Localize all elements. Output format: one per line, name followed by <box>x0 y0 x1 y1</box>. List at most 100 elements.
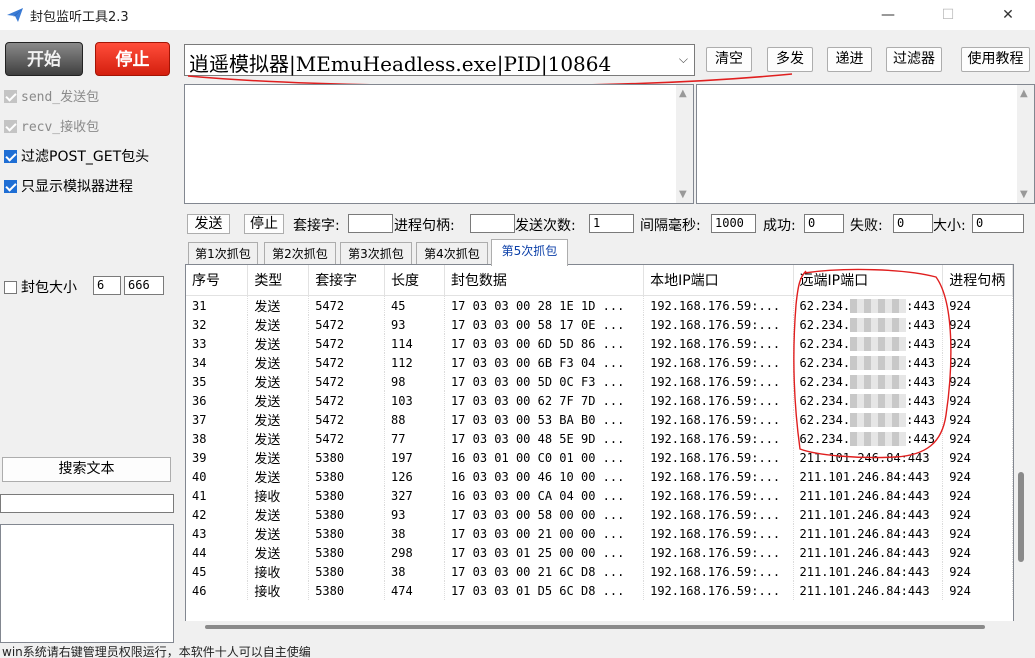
cell-length: 45 <box>384 295 445 315</box>
scroll-up-icon[interactable]: ▲ <box>1020 88 1028 99</box>
cell-socket: 5472 <box>308 410 386 429</box>
option-emulator-only[interactable]: 只显示模拟器进程 <box>4 176 133 196</box>
table-row[interactable]: 44 发送 5380 298 17 03 03 01 25 00 00 ... 192.1… <box>186 543 1013 562</box>
clear-button[interactable]: 清空 <box>706 47 752 72</box>
tab-capture-1[interactable]: 第1次抓包 <box>188 242 258 265</box>
cell-data: 17 03 03 00 21 00 00 ... <box>444 524 645 543</box>
multi-send-button[interactable]: 多发 <box>767 47 813 72</box>
scrollbar-thumb[interactable] <box>205 625 985 629</box>
interval-label: 间隔毫秒: <box>640 218 701 234</box>
cell-process-handle: 924 <box>942 505 1013 524</box>
checkbox-checked-icon <box>4 90 17 103</box>
size-max-input[interactable]: 666 <box>124 276 164 295</box>
cell-socket: 5472 <box>308 334 386 353</box>
fail-label: 失败: <box>850 218 883 234</box>
cell-remote-ip: 211.101.246.84:443 <box>793 467 944 486</box>
table-row[interactable]: 46 接收 5380 474 17 03 03 01 D5 6C D8 ... 192.1… <box>186 581 1013 600</box>
scrollbar[interactable]: ▲ ▼ <box>1017 85 1034 203</box>
scrollbar[interactable]: ▲ ▼ <box>676 85 693 203</box>
size-label: 大小: <box>933 218 966 234</box>
tab-capture-2[interactable]: 第2次抓包 <box>264 242 336 265</box>
size-min-input[interactable]: 6 <box>93 276 121 295</box>
handle-input[interactable] <box>470 214 515 233</box>
send-count-input[interactable]: 1 <box>589 214 634 233</box>
table-row[interactable]: 43 发送 5380 38 17 03 03 00 21 00 00 ... 192.16… <box>186 524 1013 543</box>
cell-index: 41 <box>186 486 249 505</box>
cell-local-ip: 192.168.176.59:... <box>643 524 794 543</box>
scroll-down-icon[interactable]: ▼ <box>679 189 687 200</box>
cell-index: 37 <box>186 410 249 429</box>
size-filter-checkbox[interactable]: 封包大小 <box>4 277 77 297</box>
size-input[interactable]: 0 <box>972 214 1024 233</box>
option-recv[interactable]: recv_接收包 <box>4 116 99 135</box>
filter-button[interactable]: 过滤器 <box>886 47 942 72</box>
col-header-socket[interactable]: 套接字 <box>308 265 386 296</box>
cell-local-ip: 192.168.176.59:... <box>643 372 794 391</box>
packet-table[interactable]: 序号 类型 套接字 长度 封包数据 本地IP端口 远端IP端口 进程句柄 31 发… <box>185 264 1014 631</box>
socket-input[interactable] <box>348 214 393 233</box>
scrollbar-thumb[interactable] <box>1018 472 1024 562</box>
cell-index: 36 <box>186 391 249 410</box>
tutorial-button[interactable]: 使用教程 <box>961 47 1030 72</box>
cell-remote-ip: 211.101.246.84:443 <box>793 486 944 505</box>
window-title: 封包监听工具2.3 <box>30 10 129 25</box>
search-input[interactable] <box>0 494 174 513</box>
option-label: recv_接收包 <box>21 120 100 135</box>
interval-input[interactable]: 1000 <box>711 214 756 233</box>
search-result-textarea[interactable] <box>0 524 174 643</box>
success-input[interactable]: 0 <box>804 214 844 233</box>
table-vertical-scrollbar[interactable] <box>1014 264 1031 631</box>
increment-button[interactable]: 递进 <box>827 47 872 72</box>
tab-capture-4[interactable]: 第4次抓包 <box>416 242 488 265</box>
cell-socket: 5472 <box>308 295 386 315</box>
cell-local-ip: 192.168.176.59:... <box>643 391 794 410</box>
tab-capture-5[interactable]: 第5次抓包 <box>491 239 568 266</box>
cell-length: 103 <box>384 391 445 410</box>
send-data-textarea[interactable]: ▲ ▼ <box>184 84 694 204</box>
search-text-button[interactable]: 搜索文本 <box>2 457 171 482</box>
tab-capture-3[interactable]: 第3次抓包 <box>340 242 412 265</box>
minimize-button[interactable]: — <box>865 0 911 30</box>
option-send[interactable]: send_发送包 <box>4 86 99 105</box>
cell-type: 发送 <box>247 315 310 334</box>
start-button[interactable]: 开始 <box>5 42 83 76</box>
table-row[interactable]: 42 发送 5380 93 17 03 03 00 58 00 00 ... 192.16… <box>186 505 1013 524</box>
cell-data: 16 03 01 00 C0 01 00 ... <box>444 448 645 467</box>
checkbox-checked-icon <box>4 120 17 133</box>
send-button[interactable]: 发送 <box>187 214 230 234</box>
table-row[interactable]: 40 发送 5380 126 16 03 03 00 46 10 00 ... 192.1… <box>186 467 1013 486</box>
maximize-button[interactable]: ☐ <box>925 0 971 30</box>
scroll-down-icon[interactable]: ▼ <box>1020 189 1028 200</box>
col-header-length[interactable]: 长度 <box>384 265 445 296</box>
cell-socket: 5380 <box>308 448 386 467</box>
col-header-data[interactable]: 封包数据 <box>444 265 645 296</box>
hex-preview-textarea[interactable]: ▲ ▼ <box>696 84 1035 204</box>
stop-button[interactable]: 停止 <box>95 42 170 76</box>
fail-input[interactable]: 0 <box>893 214 933 233</box>
table-row[interactable]: 41 接收 5380 327 16 03 03 00 CA 04 00 ... 192.1… <box>186 486 1013 505</box>
paper-plane-icon <box>7 8 23 22</box>
cell-type: 发送 <box>247 391 310 410</box>
option-label: 只显示模拟器进程 <box>21 179 133 195</box>
cell-length: 126 <box>384 467 445 486</box>
option-filter-post-get[interactable]: 过滤POST_GET包头 <box>4 146 149 166</box>
col-header-local-ip[interactable]: 本地IP端口 <box>643 265 794 296</box>
col-header-type[interactable]: 类型 <box>247 265 310 296</box>
cell-index: 45 <box>186 562 249 581</box>
scroll-up-icon[interactable]: ▲ <box>679 88 687 99</box>
cell-process-handle: 924 <box>942 467 1013 486</box>
col-header-index[interactable]: 序号 <box>186 265 249 296</box>
cell-data: 17 03 03 00 53 BA B0 ... <box>444 410 645 429</box>
cell-data: 17 03 03 00 58 17 0E ... <box>444 315 645 334</box>
close-button[interactable]: ✕ <box>985 0 1031 30</box>
stop-send-button[interactable]: 停止 <box>244 214 284 234</box>
cell-socket: 5472 <box>308 372 386 391</box>
cell-local-ip: 192.168.176.59:... <box>643 410 794 429</box>
cell-data: 17 03 03 00 58 00 00 ... <box>444 505 645 524</box>
cell-process-handle: 924 <box>942 581 1013 600</box>
cell-index: 46 <box>186 581 249 600</box>
socket-label: 套接字: <box>293 218 340 234</box>
table-row[interactable]: 45 接收 5380 38 17 03 03 00 21 6C D8 ... 192.16… <box>186 562 1013 581</box>
cell-socket: 5472 <box>308 315 386 334</box>
checkbox-checked-icon <box>4 180 17 193</box>
